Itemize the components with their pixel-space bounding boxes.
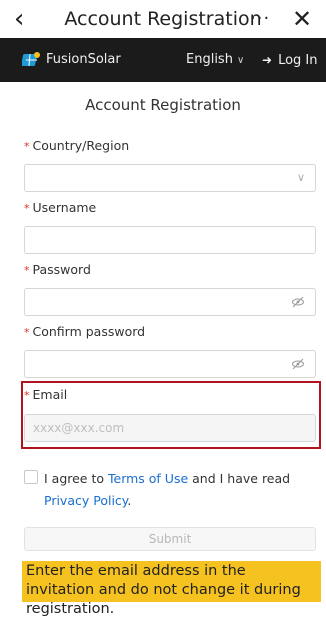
confirm-password-field[interactable] — [24, 350, 316, 378]
eye-hidden-icon[interactable] — [291, 351, 305, 377]
email-label-text: Email — [32, 387, 68, 402]
login-arrow-icon: ➜ — [262, 53, 273, 67]
required-mark: * — [24, 202, 30, 215]
terms-of-use-link[interactable]: Terms of Use — [108, 471, 188, 486]
confirm-password-label: * Confirm password — [24, 324, 145, 339]
privacy-policy-link[interactable]: Privacy Policy — [44, 493, 127, 508]
country-label: * Country/Region — [24, 138, 129, 153]
title-bar: ‹ Account Registration ··· ✕ — [0, 0, 326, 38]
username-label-text: Username — [32, 200, 97, 215]
more-options-icon[interactable]: ··· — [250, 0, 270, 38]
agree-checkbox[interactable] — [24, 470, 38, 484]
username-field[interactable] — [24, 226, 316, 254]
chevron-down-icon: ∨ — [296, 171, 305, 184]
country-label-text: Country/Region — [32, 138, 130, 153]
required-mark: * — [24, 389, 30, 402]
password-label: * Password — [24, 262, 91, 277]
email-input[interactable] — [25, 415, 315, 441]
agreement-text: and I have read — [188, 471, 291, 486]
fusionsolar-logo-icon — [22, 52, 40, 67]
required-mark: * — [24, 264, 30, 277]
required-mark: * — [24, 326, 30, 339]
submit-button[interactable]: Submit — [24, 527, 316, 551]
login-link[interactable]: ➜ Log In — [262, 38, 318, 83]
email-label: * Email — [24, 387, 67, 402]
confirm-password-input[interactable] — [25, 351, 315, 377]
agreement-line-2: Privacy Policy. — [44, 490, 131, 512]
language-selector[interactable]: English ∨ — [186, 38, 244, 83]
confirm-password-label-text: Confirm password — [32, 324, 146, 339]
agreement-text: I agree to — [44, 471, 108, 486]
password-input[interactable] — [25, 289, 315, 315]
agreement-line-1: I agree to Terms of Use and I have read — [44, 468, 290, 490]
instruction-note: Enter the email address in the invitatio… — [22, 561, 321, 617]
password-field[interactable] — [24, 288, 316, 316]
password-label-text: Password — [32, 262, 91, 277]
email-field[interactable] — [24, 414, 316, 442]
window-title: Account Registration — [64, 8, 262, 30]
page-title: Account Registration — [85, 96, 241, 114]
username-input[interactable] — [25, 227, 315, 253]
brand-name: FusionSolar — [46, 52, 121, 67]
close-icon[interactable]: ✕ — [292, 0, 312, 38]
language-label: English — [186, 52, 233, 67]
country-input[interactable] — [25, 165, 315, 191]
app-header: FusionSolar English ∨ ➜ Log In — [0, 38, 326, 82]
country-select[interactable]: ∨ — [24, 164, 316, 192]
login-label: Log In — [278, 53, 318, 68]
agreement-period: . — [127, 493, 132, 508]
required-mark: * — [24, 140, 30, 153]
chevron-down-icon: ∨ — [236, 55, 245, 66]
eye-hidden-icon[interactable] — [291, 289, 305, 315]
username-label: * Username — [24, 200, 96, 215]
